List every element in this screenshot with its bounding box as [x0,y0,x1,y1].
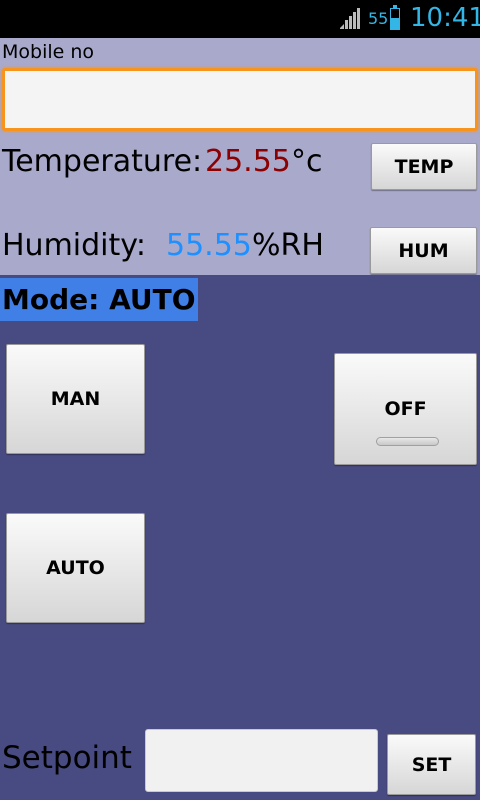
toggle-indicator [376,437,439,446]
temperature-value: 25.55 [205,144,291,179]
temperature-label: Temperature: [2,144,203,179]
setpoint-input[interactable] [145,729,378,792]
battery-icon [390,5,400,30]
off-button-label: OFF [384,398,427,420]
humidity-value: 55.55 [166,228,252,263]
battery-fill [391,18,399,29]
hum-button[interactable]: HUM [370,227,477,274]
temp-button[interactable]: TEMP [371,143,477,190]
off-toggle-button[interactable]: OFF [334,353,477,465]
set-button[interactable]: SET [387,734,476,795]
man-button[interactable]: MAN [6,344,145,454]
signal-icon [340,8,360,29]
mobile-number-input[interactable] [2,68,478,131]
battery-level-text: 55 [368,9,389,28]
status-clock: 10:41 [410,3,480,33]
temperature-unit: °c [291,144,323,179]
humidity-label: Humidity: [2,228,146,263]
mobile-label: Mobile no [2,41,95,63]
mode-label: Mode: AUTO [0,278,198,321]
humidity-unit: %RH [252,228,324,263]
auto-button[interactable]: AUTO [6,513,145,623]
setpoint-label: Setpoint [2,740,132,776]
sensor-panel: Mobile no Temperature: 25.55 °c TEMP Hum… [0,38,480,275]
control-panel: Mode: AUTO MAN OFF AUTO Setpoint SET [0,275,480,800]
status-bar: 55 10:41 [0,0,480,38]
